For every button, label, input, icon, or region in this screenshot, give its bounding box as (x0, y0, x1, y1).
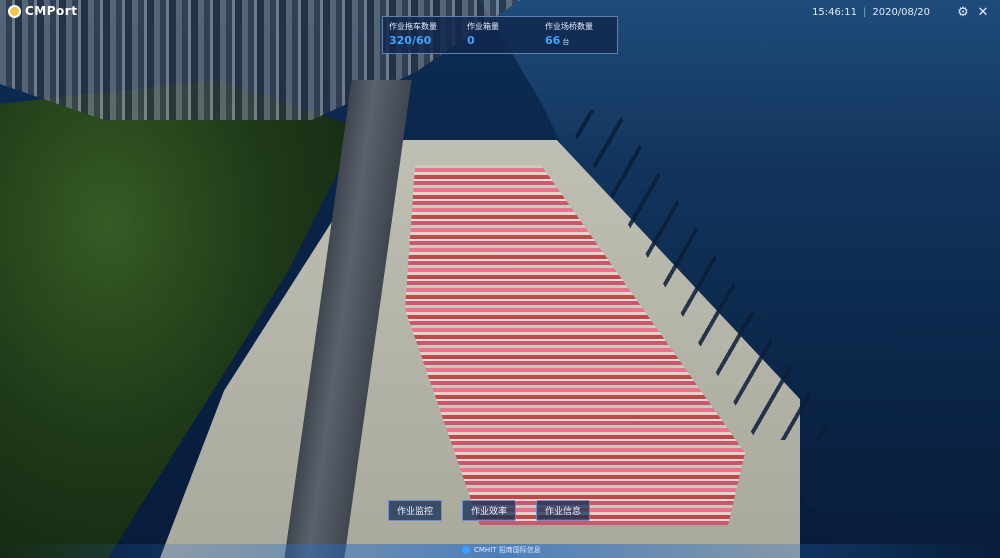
brand-icon (462, 546, 470, 554)
app-logo: CMPort (8, 4, 77, 18)
brand-text: CMHIT 招商国际信息 (474, 546, 541, 554)
logo-text: CMPort (25, 4, 78, 18)
clock-separator: | (862, 7, 867, 18)
stat-trucks: 作业拖车数量 320/60 (383, 17, 461, 53)
clock-date: 2020/08/20 (872, 7, 930, 18)
monitor-button[interactable]: 作业监控 (388, 500, 443, 521)
clock: 15:46:11 | 2020/08/20 (812, 7, 930, 18)
stat-value: 0 (467, 34, 475, 47)
bottom-nav: 作业监控 作业效率 作业信息 (388, 500, 591, 521)
stat-cranes: 作业场桥数量 66 台 (539, 17, 617, 53)
clock-time: 15:46:11 (812, 7, 857, 18)
info-button[interactable]: 作业信息 (536, 500, 591, 521)
stats-panel: 作业拖车数量 320/60 作业箱量 0 作业场桥数量 66 台 (382, 16, 618, 54)
tools-icon[interactable]: ✕ (975, 5, 991, 21)
stat-value: 320/60 (389, 34, 432, 47)
logo-icon (8, 4, 21, 18)
gear-icon[interactable]: ⚙ (955, 5, 971, 21)
stat-label: 作业场桥数量 (545, 22, 593, 31)
stat-label: 作业箱量 (467, 22, 499, 31)
stat-label: 作业拖车数量 (389, 22, 437, 31)
stat-value: 66 台 (545, 34, 570, 47)
footer-brand: CMHIT 招商国际信息 (462, 545, 541, 555)
port-3d-view[interactable] (0, 0, 1000, 558)
stat-boxes: 作业箱量 0 (461, 17, 539, 53)
efficiency-button[interactable]: 作业效率 (462, 500, 517, 521)
